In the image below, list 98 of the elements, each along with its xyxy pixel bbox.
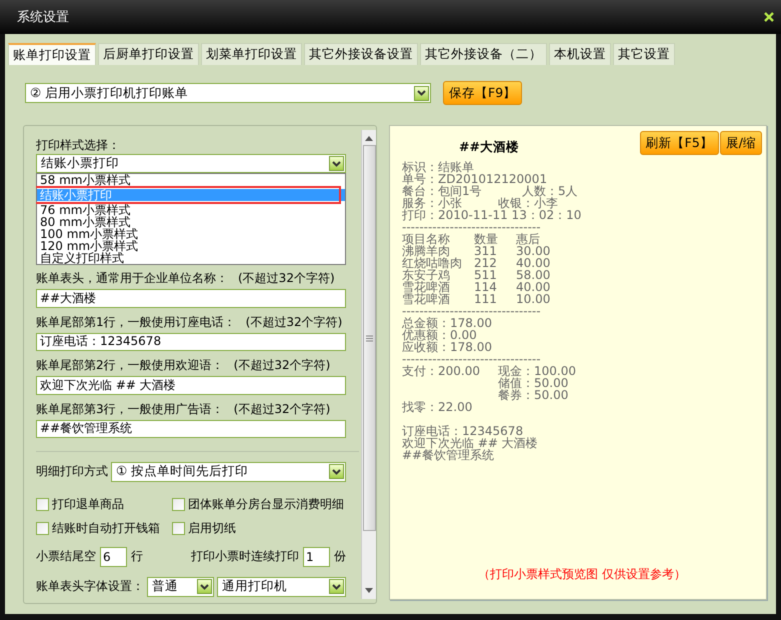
- field-label: 打印小票时连续打印: [191, 548, 299, 566]
- style-dropdown[interactable]: 结账小票打印: [36, 154, 346, 173]
- receipt-text: 餐台：包间1号: [402, 185, 483, 197]
- text-field[interactable]: ##大酒楼: [36, 289, 346, 308]
- unit-label: 行: [131, 548, 143, 566]
- receipt-title: ##大酒楼: [458, 138, 519, 156]
- receipt-text: 10.00: [516, 293, 550, 305]
- save-button[interactable]: 保存【F9】: [443, 81, 522, 105]
- receipt-text: 人数：5人: [522, 185, 578, 197]
- limit-note: (不超过32个字符): [234, 400, 330, 418]
- close-icon[interactable]: [764, 12, 774, 22]
- unit-label: 份: [334, 548, 346, 566]
- receipt-text: 总金额：178.00: [402, 317, 492, 329]
- receipt-text: 订座电话：12345678: [402, 425, 524, 437]
- tab[interactable]: 划菜单打印设置: [201, 43, 302, 65]
- receipt-text: 应收额：178.00: [402, 341, 492, 353]
- dropdown-option[interactable]: 80 mm小票样式: [37, 216, 345, 228]
- receipt-text: 红烧咕噜肉: [402, 257, 463, 269]
- tab[interactable]: 其它设置: [613, 43, 675, 65]
- checkbox[interactable]: [172, 498, 185, 511]
- limit-note: (不超过32个字符): [246, 314, 342, 331]
- dropdown-option[interactable]: 自定义打印样式: [37, 252, 345, 264]
- receipt-text: ##餐饮管理系统: [402, 449, 494, 461]
- print-mode-dropdown[interactable]: ② 启用小票打印机打印账单: [25, 83, 431, 103]
- text-field[interactable]: 欢迎下次光临 ## 大酒楼: [36, 376, 346, 395]
- field-label: 小票结尾空: [36, 548, 96, 566]
- receipt-text: 打印：2010-11-11 13：02：10: [402, 209, 582, 221]
- dropdown-option[interactable]: 58 mm小票样式: [37, 174, 345, 186]
- receipt-text: 项目名称: [402, 233, 451, 245]
- receipt-text: 支付：200.00: [402, 365, 481, 377]
- checkbox[interactable]: [36, 498, 49, 511]
- receipt-text: --------------------------------: [402, 305, 541, 317]
- field-label: 账单表头字体设置：: [36, 578, 144, 596]
- receipt-text: 数量: [474, 233, 499, 245]
- receipt-text: 40.00: [516, 257, 550, 269]
- receipt-text: 沸腾羊肉: [402, 245, 451, 257]
- expand-collapse-button[interactable]: 展/缩: [720, 131, 762, 155]
- receipt-text: 30.00: [516, 245, 550, 257]
- receipt-text: 储值：50.00: [498, 377, 568, 389]
- receipt-text: 优惠额：0.00: [402, 329, 477, 341]
- field-label: 账单表头，通常用于企业单位名称：: [36, 270, 228, 287]
- scrollbar[interactable]: [361, 130, 376, 599]
- receipt-text: 餐券：50.00: [498, 389, 568, 401]
- receipt-text: --------------------------------: [402, 221, 541, 233]
- text-field[interactable]: ##餐饮管理系统: [36, 420, 346, 438]
- number-field[interactable]: 1: [303, 546, 330, 567]
- receipt-text: 欢迎下次光临 ## 大酒楼: [402, 437, 538, 449]
- field-label: 账单尾部第1行，一般使用订座电话：: [36, 314, 236, 331]
- checkbox-label: 启用切纸: [188, 520, 236, 537]
- window-title: 系统设置: [17, 9, 69, 26]
- receipt-text: 收银：小李: [498, 197, 558, 209]
- receipt-text: 111: [474, 293, 498, 305]
- font-dropdown[interactable]: 普通: [147, 576, 214, 597]
- grip-icon: [366, 334, 372, 342]
- receipt-text: 标识：结账单: [402, 161, 474, 173]
- number-field[interactable]: 6: [100, 546, 127, 567]
- checkbox[interactable]: [36, 522, 49, 535]
- tab[interactable]: 其它外接设备（二）: [420, 43, 547, 65]
- field-label: 账单尾部第2行，一般使用欢迎语：: [36, 357, 224, 374]
- field-label: 明细打印方式: [36, 463, 108, 480]
- receipt-text: 114: [474, 281, 498, 293]
- receipt-text: 40.00: [516, 281, 550, 293]
- receipt-text: --------------------------------: [402, 353, 541, 365]
- receipt-text: 找零：22.00: [402, 401, 472, 413]
- receipt-text: 212: [474, 257, 498, 269]
- receipt-text: 现金：100.00: [498, 365, 576, 377]
- checkbox-label: 团体账单分房台显示消费明细: [188, 496, 344, 513]
- receipt-text: 雪花啤酒: [402, 293, 451, 305]
- receipt-text: 58.00: [516, 269, 550, 281]
- checkbox[interactable]: [172, 522, 185, 535]
- receipt-text: 东安子鸡: [402, 269, 451, 281]
- refresh-button[interactable]: 刷新【F5】: [640, 131, 719, 155]
- preview-note: （打印小票样式预览图 仅供设置参考）: [477, 566, 687, 583]
- scroll-down-arrow-icon[interactable]: [365, 588, 373, 593]
- receipt-text: 311: [474, 245, 498, 257]
- limit-note: (不超过32个字符): [234, 357, 330, 374]
- text-field[interactable]: 订座电话：12345678: [36, 332, 346, 352]
- receipt-text: 511: [474, 269, 498, 281]
- tab[interactable]: 后厨单打印设置: [98, 43, 199, 65]
- checkbox-label: 结账时自动打开钱箱: [52, 520, 160, 537]
- tab[interactable]: 其它外接设备设置: [304, 43, 418, 65]
- printer-dropdown[interactable]: 通用打印机: [217, 576, 346, 597]
- receipt-text: 惠后: [516, 233, 540, 245]
- detail-mode-dropdown[interactable]: ① 按点单时间先后打印: [111, 462, 346, 482]
- dropdown-option[interactable]: 120 mm小票样式: [37, 240, 345, 252]
- receipt-text: 单号：ZD201012120001: [402, 173, 548, 185]
- limit-note: (不超过32个字符): [238, 270, 335, 287]
- checkbox-label: 打印退单商品: [52, 496, 124, 513]
- tab[interactable]: 账单打印设置: [8, 43, 96, 65]
- receipt-text: 服务：小张: [402, 197, 463, 209]
- scroll-thumb[interactable]: [362, 145, 376, 531]
- dropdown-option[interactable]: 100 mm小票样式: [37, 228, 345, 240]
- dropdown-option[interactable]: 76 mm小票样式: [37, 204, 345, 216]
- field-label: 打印样式选择：: [36, 137, 121, 154]
- scroll-up-arrow-icon[interactable]: [365, 136, 373, 141]
- receipt-text: 雪花啤酒: [402, 281, 451, 293]
- field-label: 账单尾部第3行，一般使用广告语：: [36, 400, 224, 418]
- tab[interactable]: 本机设置: [549, 43, 611, 65]
